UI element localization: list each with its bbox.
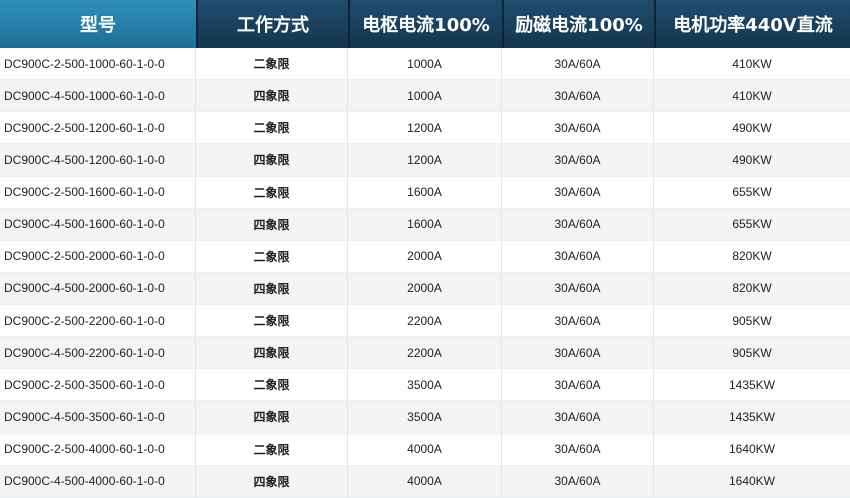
header-field-current: 励磁电流100% [502,0,654,48]
cell-field-current: 30A/60A [502,48,654,81]
cell-motor-power: 1435KW [654,401,850,434]
cell-motor-power: 1640KW [654,466,850,498]
cell-motor-power: 820KW [654,241,850,273]
cell-mode: 四象限 [196,401,348,434]
cell-armature-current: 1600A [348,176,502,209]
cell-model: DC900C-2-500-4000-60-1-0-0 [0,433,196,466]
header-motor-power: 电机功率440V直流 [654,0,850,48]
table-row: DC900C-2-500-2200-60-1-0-0 二象限 2200A 30A/60… [0,305,850,338]
cell-motor-power: 410KW [654,80,850,113]
table-row: DC900C-4-500-2000-60-1-0-0 四象限 2000A 30A/60… [0,272,850,305]
cell-mode: 二象限 [196,176,348,209]
cell-motor-power: 820KW [654,273,850,305]
cell-armature-current: 1600A [348,208,502,241]
cell-mode: 二象限 [196,240,348,273]
cell-model: DC900C-2-500-2000-60-1-0-0 [0,240,196,273]
cell-mode: 四象限 [196,144,348,177]
cell-field-current: 30A/60A [502,337,654,370]
cell-field-current: 30A/60A [502,112,654,145]
table-row: DC900C-4-500-3500-60-1-0-0 四象限 3500A 30A/60… [0,401,850,434]
cell-field-current: 30A/60A [502,240,654,273]
cell-armature-current: 1000A [348,48,502,81]
cell-armature-current: 1200A [348,144,502,177]
cell-armature-current: 2200A [348,305,502,338]
cell-mode: 二象限 [196,305,348,338]
cell-model: DC900C-2-500-1200-60-1-0-0 [0,112,196,145]
cell-field-current: 30A/60A [502,80,654,113]
cell-field-current: 30A/60A [502,465,654,498]
cell-armature-current: 2200A [348,337,502,370]
spec-table: 型号 工作方式 电枢电流100% 励磁电流100% 电机功率440V直流 DC9… [0,0,850,498]
table-row: DC900C-2-500-1200-60-1-0-0 二象限 1200A 30A/60… [0,112,850,145]
header-mode: 工作方式 [196,0,348,48]
cell-motor-power: 655KW [654,177,850,209]
cell-field-current: 30A/60A [502,176,654,209]
cell-motor-power: 655KW [654,209,850,241]
cell-model: DC900C-4-500-1000-60-1-0-0 [0,80,196,113]
cell-motor-power: 410KW [654,48,850,81]
cell-field-current: 30A/60A [502,208,654,241]
table-row: DC900C-4-500-1200-60-1-0-0 四象限 1200A 30A/60… [0,144,850,177]
cell-motor-power: 490KW [654,144,850,177]
cell-armature-current: 3500A [348,401,502,434]
cell-motor-power: 490KW [654,112,850,145]
cell-field-current: 30A/60A [502,401,654,434]
cell-model: DC900C-4-500-4000-60-1-0-0 [0,465,196,498]
cell-armature-current: 2000A [348,272,502,305]
cell-model: DC900C-2-500-3500-60-1-0-0 [0,369,196,402]
cell-armature-current: 3500A [348,369,502,402]
header-model: 型号 [0,0,196,48]
table-row: DC900C-4-500-2200-60-1-0-0 四象限 2200A 30A/60… [0,337,850,370]
table-row: DC900C-2-500-4000-60-1-0-0 二象限 4000A 30A/60… [0,433,850,466]
header-armature-current: 电枢电流100% [348,0,502,48]
table-row: DC900C-2-500-2000-60-1-0-0 二象限 2000A 30A/60… [0,240,850,273]
cell-mode: 四象限 [196,465,348,498]
table-row: DC900C-2-500-1600-60-1-0-0 二象限 1600A 30A/60… [0,176,850,209]
cell-armature-current: 2000A [348,240,502,273]
cell-armature-current: 4000A [348,465,502,498]
cell-model: DC900C-2-500-1000-60-1-0-0 [0,48,196,81]
table-row: DC900C-2-500-1000-60-1-0-0 二象限 1000A 30A/60… [0,48,850,81]
cell-field-current: 30A/60A [502,433,654,466]
cell-field-current: 30A/60A [502,272,654,305]
table-row: DC900C-4-500-4000-60-1-0-0 四象限 4000A 30A/60… [0,465,850,498]
table-body: DC900C-2-500-1000-60-1-0-0 二象限 1000A 30A/60… [0,48,850,498]
cell-armature-current: 4000A [348,433,502,466]
table-row: DC900C-4-500-1600-60-1-0-0 四象限 1600A 30A/60… [0,208,850,241]
cell-mode: 四象限 [196,337,348,370]
cell-motor-power: 1435KW [654,369,850,402]
cell-model: DC900C-4-500-2000-60-1-0-0 [0,272,196,305]
cell-mode: 二象限 [196,48,348,81]
cell-mode: 二象限 [196,433,348,466]
table-row: DC900C-2-500-3500-60-1-0-0 二象限 3500A 30A/60… [0,369,850,402]
cell-field-current: 30A/60A [502,369,654,402]
table-header: 型号 工作方式 电枢电流100% 励磁电流100% 电机功率440V直流 [0,0,850,48]
table-row: DC900C-4-500-1000-60-1-0-0 四象限 1000A 30A/60… [0,80,850,113]
cell-armature-current: 1200A [348,112,502,145]
cell-motor-power: 1640KW [654,434,850,466]
cell-field-current: 30A/60A [502,144,654,177]
cell-mode: 四象限 [196,272,348,305]
cell-field-current: 30A/60A [502,305,654,338]
cell-mode: 四象限 [196,208,348,241]
cell-model: DC900C-2-500-2200-60-1-0-0 [0,305,196,338]
cell-mode: 四象限 [196,80,348,113]
cell-model: DC900C-4-500-2200-60-1-0-0 [0,337,196,370]
cell-model: DC900C-4-500-1600-60-1-0-0 [0,208,196,241]
cell-armature-current: 1000A [348,80,502,113]
cell-mode: 二象限 [196,369,348,402]
cell-motor-power: 905KW [654,305,850,338]
cell-model: DC900C-4-500-3500-60-1-0-0 [0,401,196,434]
cell-model: DC900C-2-500-1600-60-1-0-0 [0,176,196,209]
cell-mode: 二象限 [196,112,348,145]
cell-model: DC900C-4-500-1200-60-1-0-0 [0,144,196,177]
cell-motor-power: 905KW [654,337,850,370]
